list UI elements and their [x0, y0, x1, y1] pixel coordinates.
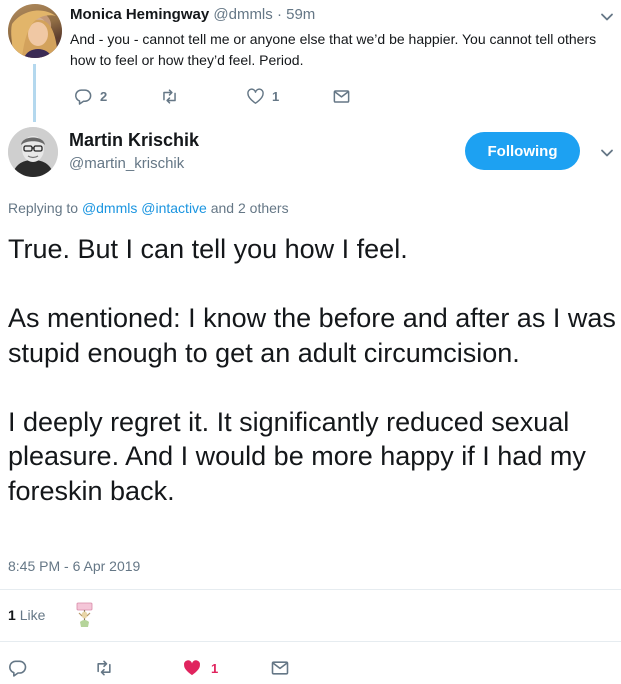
tweet-timestamp[interactable]: 8:45 PM - 6 Apr 2019: [8, 558, 140, 574]
tweet-paragraph: As mentioned: I know the before and afte…: [8, 303, 616, 368]
thread-connector-line: [33, 64, 36, 122]
parent-author-handle[interactable]: @dmmls: [213, 6, 272, 23]
parent-reply-button[interactable]: 2: [74, 86, 107, 106]
replying-to: Replying to @dmmls @intactive and 2 othe…: [8, 200, 289, 216]
likes-stat[interactable]: 1 Like: [8, 607, 45, 623]
retweet-icon: [160, 87, 179, 106]
parent-tweet-text: And - you - cannot tell me or anyone els…: [70, 31, 597, 68]
parent-timestamp[interactable]: 59m: [286, 6, 315, 23]
parent-like-button[interactable]: 1: [246, 86, 279, 106]
mention-link[interactable]: @dmmls: [82, 200, 137, 216]
parent-like-count: 1: [272, 88, 280, 104]
tweet-paragraph: True. But I can tell you how I feel.: [8, 234, 408, 264]
divider: [0, 641, 621, 642]
divider: [0, 589, 621, 590]
separator-dot: ·: [276, 6, 282, 23]
parent-avatar[interactable]: [8, 4, 62, 58]
tweet-text: True. But I can tell you how I feel. As …: [8, 232, 618, 508]
heart-icon: [246, 87, 265, 106]
reply-icon: [8, 658, 28, 678]
parent-header: Monica Hemingway @dmmls · 59m: [70, 6, 315, 23]
author-avatar[interactable]: [8, 127, 58, 177]
reply-icon: [74, 87, 93, 106]
likes-label: Like: [19, 607, 46, 623]
replying-prefix: Replying to: [8, 200, 79, 216]
direct-message-icon: [270, 658, 290, 678]
tweet-paragraph: I deeply regret it. It significantly red…: [8, 406, 586, 506]
parent-author-name[interactable]: Monica Hemingway: [70, 6, 209, 23]
like-count: 1: [211, 660, 219, 676]
chevron-down-icon[interactable]: [600, 146, 614, 160]
following-button[interactable]: Following: [465, 132, 580, 170]
likes-count: 1: [8, 607, 16, 623]
parent-reply-count: 2: [100, 88, 108, 104]
chevron-down-icon[interactable]: [600, 10, 614, 24]
parent-retweet-button[interactable]: [160, 86, 186, 106]
author-handle[interactable]: @martin_krischik: [69, 155, 184, 172]
liker-avatar[interactable]: [74, 600, 96, 630]
mention-link[interactable]: @intactive: [141, 200, 207, 216]
parent-message-button[interactable]: [332, 86, 351, 106]
retweet-button[interactable]: [94, 656, 114, 680]
replying-others-link[interactable]: and 2 others: [211, 200, 289, 216]
reply-button[interactable]: [8, 656, 28, 680]
parent-action-bar: 2 1: [70, 86, 370, 106]
message-button[interactable]: [270, 656, 290, 680]
retweet-icon: [94, 658, 114, 678]
author-name[interactable]: Martin Krischik: [69, 130, 199, 151]
direct-message-icon: [332, 87, 351, 106]
like-button[interactable]: 1: [182, 656, 218, 680]
parent-tweet[interactable]: Monica Hemingway @dmmls · 59m And - you …: [0, 0, 621, 122]
heart-icon: [182, 658, 202, 678]
tweet-action-bar: 1: [0, 656, 621, 680]
